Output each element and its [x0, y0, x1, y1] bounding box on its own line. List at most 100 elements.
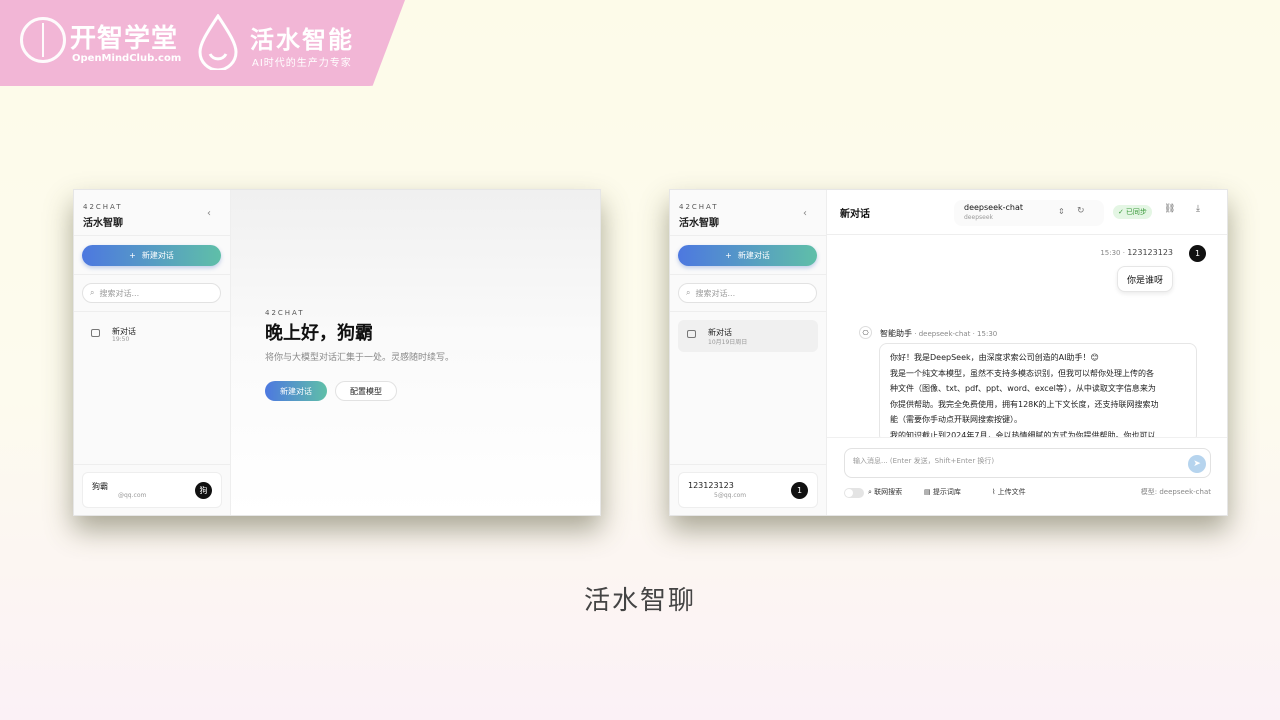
- model-info: 模型: deepseek-chat: [1140, 488, 1211, 496]
- plus-icon: +: [725, 251, 732, 260]
- sidebar: 42CHAT 活水智聊 ‹ + 新建对话 ⌕ 搜索对话... 新对话 10月19…: [670, 190, 827, 515]
- search-placeholder: 搜索对话...: [695, 288, 736, 298]
- sidebar: 42CHAT 活水智聊 ‹ + 新建对话 ⌕ 搜索对话... 新对话 19:50…: [74, 190, 231, 515]
- search-input[interactable]: ⌕ 搜索对话...: [678, 283, 817, 303]
- refresh-icon[interactable]: ↻: [1077, 206, 1085, 216]
- message-time: 15:30: [1100, 249, 1121, 257]
- chat-header: 新对话 deepseek-chat deepseek ⇕ ↻ ✓ 已同步 ⛓ ⤓: [827, 190, 1227, 235]
- message-placeholder: 输入消息... (Enter 发送，Shift+Enter 换行): [853, 457, 995, 465]
- search-icon: ⌕: [868, 488, 872, 496]
- upload-file-label: 上传文件: [997, 488, 1026, 496]
- welcome-subtitle: 将你与大模型对话汇集于一处。灵感随时续写。: [265, 353, 455, 363]
- chat-bubble-icon: [687, 330, 696, 338]
- user-profile[interactable]: 123123123 5@qq.com 1: [678, 472, 818, 508]
- download-icon[interactable]: ⤓: [1196, 204, 1200, 214]
- upload-file-button[interactable]: ⌇ 上传文件: [992, 487, 1026, 497]
- message-line: 我是一个纯文本模型，虽然不支持多模态识别，但我可以帮你处理上传的各: [890, 368, 1154, 378]
- new-chat-label: 新建对话: [141, 251, 174, 260]
- chat-panel: 新对话 deepseek-chat deepseek ⇕ ↻ ✓ 已同步 ⛓ ⤓…: [827, 190, 1227, 515]
- assistant-model: deepseek-chat: [918, 330, 971, 338]
- prompt-library-label: 提示词库: [932, 488, 961, 496]
- greeting-title: 晚上好，狗霸: [265, 323, 373, 344]
- welcome-window: 42CHAT 活水智聊 ‹ + 新建对话 ⌕ 搜索对话... 新对话 19:50…: [73, 189, 601, 516]
- new-chat-button[interactable]: + 新建对话: [82, 245, 221, 266]
- web-search-toggle[interactable]: [844, 488, 864, 498]
- document-icon: ▤: [924, 488, 931, 496]
- message-sender: 123123123: [1127, 248, 1173, 257]
- message-line: 你好！我是DeepSeek，由深度求索公司创造的AI助手！😊: [890, 353, 1099, 362]
- brand-name-openmind: 开智学堂: [70, 24, 179, 54]
- model-selector[interactable]: deepseek-chat deepseek ⇕ ↻: [954, 200, 1104, 226]
- collapse-sidebar-icon[interactable]: ‹: [207, 208, 211, 219]
- user-email: @qq.com: [118, 492, 147, 499]
- user-email: 5@qq.com: [714, 492, 747, 499]
- divider: [670, 464, 826, 465]
- collapse-sidebar-icon[interactable]: ‹: [803, 208, 807, 219]
- conversation-item-active[interactable]: 新对话 10月19日周日: [678, 320, 818, 352]
- send-button[interactable]: ➤: [1188, 455, 1206, 473]
- search-icon: ⌕: [90, 288, 95, 297]
- status-badge: ✓ 已同步: [1113, 205, 1152, 219]
- divider: [74, 311, 230, 312]
- app-title: 活水智聊: [83, 218, 123, 229]
- composer-area: 输入消息... (Enter 发送，Shift+Enter 换行) ➤ ⌕ 联网…: [827, 437, 1227, 515]
- search-icon: ⌕: [686, 288, 691, 297]
- link-icon[interactable]: ⛓: [1164, 204, 1175, 214]
- divider: [670, 235, 826, 236]
- divider: [670, 274, 826, 275]
- user-message-meta: 15:30 · 123123123: [1100, 248, 1173, 257]
- message-input[interactable]: 输入消息... (Enter 发送，Shift+Enter 换行) ➤: [844, 448, 1211, 478]
- brand-banner: 开智学堂 OpenMindClub.com 活水智能 AI时代的生产力专家: [0, 0, 405, 86]
- water-drop-logo-icon: [198, 14, 238, 70]
- avatar: 狗: [195, 482, 212, 499]
- welcome-kicker: 42CHAT: [265, 309, 305, 317]
- welcome-panel: 42CHAT 晚上好，狗霸 将你与大模型对话汇集于一处。灵感随时续写。 新建对话…: [231, 190, 600, 515]
- paperclip-icon: ⌇: [992, 488, 996, 496]
- web-search-label: 联网搜索: [874, 488, 903, 496]
- assistant-message-bubble: 你好！我是DeepSeek，由深度求索公司创造的AI助手！😊 我是一个纯文本模型…: [879, 343, 1197, 443]
- brand-url: OpenMindClub.com: [72, 53, 182, 64]
- divider: [74, 464, 230, 465]
- plus-icon: +: [129, 251, 136, 260]
- message-time: 15:30: [977, 330, 998, 338]
- chat-window: 42CHAT 活水智聊 ‹ + 新建对话 ⌕ 搜索对话... 新对话 10月19…: [669, 189, 1228, 516]
- conversation-time: 19:50: [112, 336, 130, 343]
- configure-model-button[interactable]: 配置模型: [335, 381, 397, 401]
- app-title: 活水智聊: [679, 218, 719, 229]
- chat-title: 新对话: [840, 209, 870, 220]
- divider: [74, 235, 230, 236]
- conversation-item[interactable]: 新对话 19:50: [82, 319, 222, 351]
- search-placeholder: 搜索对话...: [99, 288, 140, 298]
- search-input[interactable]: ⌕ 搜索对话...: [82, 283, 221, 303]
- sync-status-label: 已同步: [1125, 208, 1147, 216]
- new-chat-label: 新建对话: [737, 251, 770, 260]
- message-line: 种文件（图像、txt、pdf、ppt、word、excel等），从中读取文字信息…: [890, 384, 1156, 393]
- avatar: 1: [1189, 245, 1206, 262]
- assistant-message-meta: 智能助手 · deepseek-chat · 15:30: [880, 329, 998, 338]
- chat-bubble-icon: [91, 329, 100, 337]
- check-circle-icon: ✓: [1118, 208, 1124, 216]
- divider: [670, 311, 826, 312]
- model-name: deepseek-chat: [964, 203, 1024, 212]
- slide-caption: 活水智聊: [583, 586, 696, 616]
- prompt-library-button[interactable]: ▤ 提示词库: [924, 487, 961, 497]
- user-name: 狗霸: [92, 482, 108, 491]
- avatar: 1: [791, 482, 808, 499]
- robot-icon: ⎔: [859, 326, 872, 339]
- user-profile[interactable]: 狗霸 @qq.com 狗: [82, 472, 222, 508]
- divider: [74, 274, 230, 275]
- chevron-updown-icon: ⇕: [1058, 207, 1065, 216]
- web-search-option[interactable]: ⌕ 联网搜索: [868, 487, 902, 497]
- new-chat-button[interactable]: + 新建对话: [678, 245, 817, 266]
- user-name: 123123123: [688, 481, 734, 490]
- new-chat-cta-button[interactable]: 新建对话: [265, 381, 327, 401]
- assistant-name: 智能助手: [880, 329, 912, 338]
- message-line: 能（需要你手动点开联网搜索按键）。: [890, 415, 1022, 424]
- brand-slogan: AI时代的生产力专家: [252, 58, 352, 69]
- conversation-time: 10月19日周日: [708, 339, 748, 346]
- brain-logo-icon: [20, 17, 66, 63]
- composer-options: ⌕ 联网搜索 ▤ 提示词库 ⌇ 上传文件 模型: deepseek-chat: [844, 487, 1211, 499]
- brand-name-huoshui: 活水智能: [250, 26, 354, 54]
- model-provider: deepseek: [964, 214, 993, 221]
- message-line: 你提供帮助。我完全免费使用，拥有128K的上下文长度，还支持联网搜索功: [890, 399, 1159, 409]
